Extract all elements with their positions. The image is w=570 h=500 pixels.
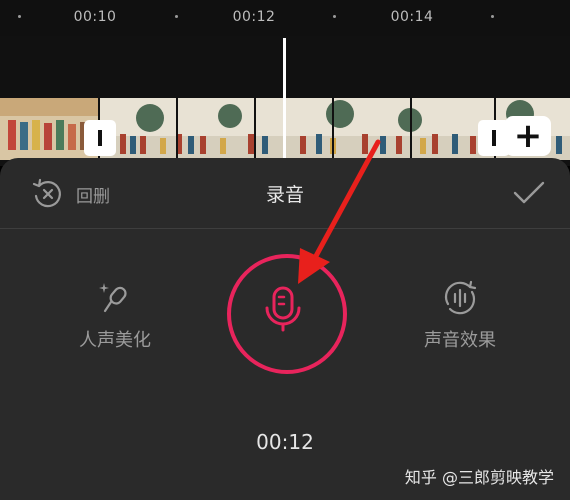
- timeline-ruler[interactable]: 00:10 00:12 00:14: [0, 0, 570, 36]
- sound-effects-label: 声音效果: [424, 330, 496, 351]
- ruler-tick: 00:10: [73, 9, 117, 25]
- sound-effects-button[interactable]: 声音效果: [410, 278, 510, 352]
- confirm-button[interactable]: [512, 178, 546, 212]
- sound-wave-icon: [444, 280, 477, 315]
- checkmark-icon: [513, 181, 545, 204]
- plus-icon: +: [513, 116, 543, 156]
- add-clip-button[interactable]: +: [505, 116, 551, 156]
- ruler-tick: 00:12: [232, 9, 276, 25]
- panel-header: 回删 录音: [0, 158, 570, 229]
- clip-trim-handle-left[interactable]: [84, 120, 116, 156]
- ruler-dot: [18, 15, 21, 18]
- panel-title: 录音: [265, 184, 304, 206]
- ruler-tick: 00:14: [390, 9, 434, 25]
- recording-time: 00:12: [256, 430, 314, 454]
- voice-beautify-label: 人声美化: [79, 330, 151, 351]
- playhead[interactable]: [283, 38, 286, 166]
- watermark: 知乎 @三郎剪映教学: [404, 468, 554, 487]
- ruler-dot: [175, 15, 178, 18]
- ruler-dot: [491, 15, 494, 18]
- record-button[interactable]: [227, 254, 347, 374]
- microphone-icon: [265, 286, 301, 332]
- voice-beautify-button[interactable]: 人声美化: [70, 278, 160, 352]
- ruler-dot: [333, 15, 336, 18]
- recording-panel: 回删 录音 人声美化 声音效果 00:12 知乎 @三郎剪映教学: [0, 158, 570, 500]
- magic-mic-icon: [99, 283, 127, 313]
